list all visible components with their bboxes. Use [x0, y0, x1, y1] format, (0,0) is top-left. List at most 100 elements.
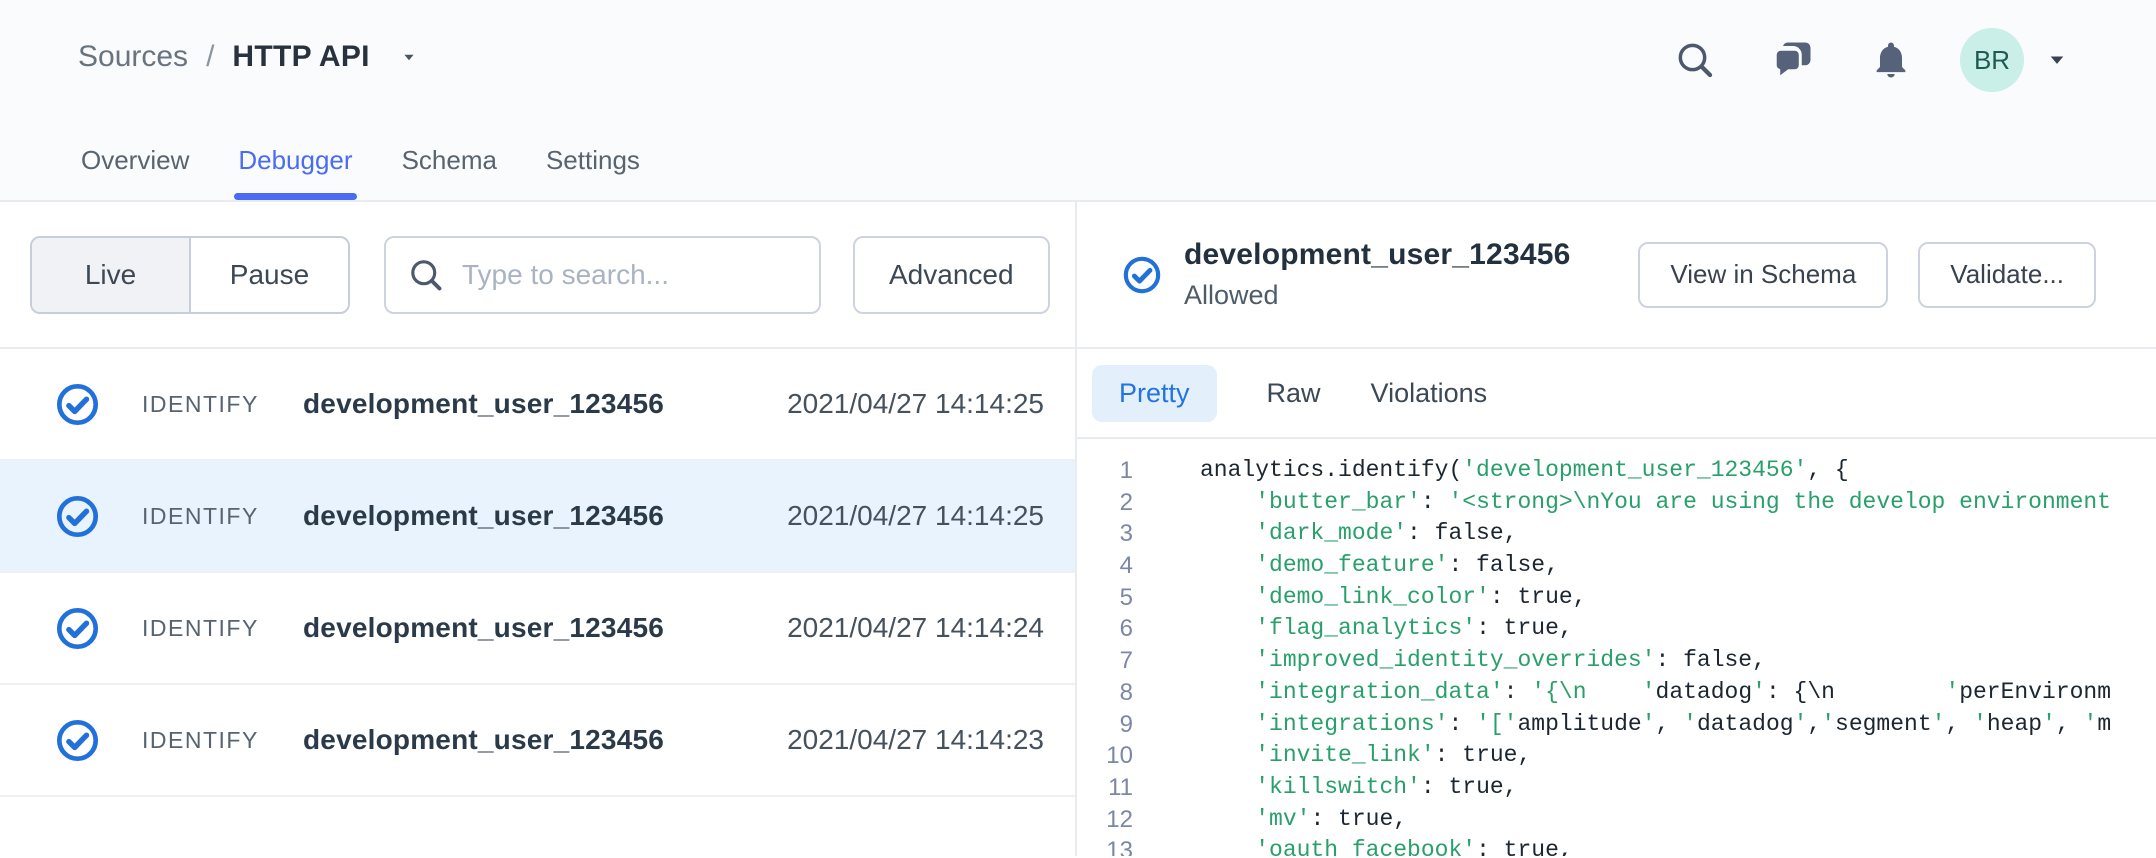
event-detail-actions: View in Schema Validate...	[1638, 242, 2096, 308]
header-actions: BR	[1674, 28, 2070, 92]
code-line: 8 'integration_data': '{\n 'datadog': {\…	[1077, 677, 2156, 709]
tab-pretty[interactable]: Pretty	[1092, 365, 1217, 422]
code-line-content: 'killswitch': true,	[1133, 772, 2156, 804]
event-type-label: IDENTIFY	[142, 615, 303, 642]
live-pause-toggle: Live Pause	[30, 236, 350, 314]
event-detail-titles: development_user_123456 Allowed	[1184, 238, 1571, 311]
code-line: 1 analytics.identify('development_user_1…	[1077, 455, 2156, 487]
line-number: 13	[1077, 835, 1133, 856]
line-number: 8	[1077, 677, 1133, 709]
debugger-screen: Sources / HTTP API	[0, 0, 2156, 858]
allowed-check-icon	[55, 494, 100, 539]
breadcrumb-sources-link[interactable]: Sources	[78, 40, 188, 74]
allowed-check-icon	[1122, 255, 1162, 295]
code-line-content: 'flag_analytics': true,	[1133, 613, 2156, 645]
event-detail-panel: development_user_123456 Allowed View in …	[1077, 202, 2156, 856]
code-line: 11 'killswitch': true,	[1077, 772, 2156, 804]
view-in-schema-button[interactable]: View in Schema	[1638, 242, 1888, 308]
event-row[interactable]: IDENTIFY development_user_123456 2021/04…	[0, 685, 1075, 797]
code-line: 10 'invite_link': true,	[1077, 740, 2156, 772]
allowed-check-icon	[55, 606, 100, 651]
event-type-label: IDENTIFY	[142, 391, 303, 418]
code-line: 2 'butter_bar': '<strong>\nYou are using…	[1077, 487, 2156, 519]
breadcrumb-source-name: HTTP API	[232, 40, 369, 74]
event-list: IDENTIFY development_user_123456 2021/04…	[0, 349, 1075, 856]
code-line-content: analytics.identify('development_user_123…	[1133, 455, 2156, 487]
breadcrumb: Sources / HTTP API	[78, 40, 420, 74]
code-line: 9 'integrations': '['amplitude', 'datado…	[1077, 709, 2156, 741]
notifications-icon[interactable]	[1870, 39, 1912, 81]
event-name: development_user_123456	[303, 612, 664, 644]
event-row[interactable]: IDENTIFY development_user_123456 2021/04…	[0, 461, 1075, 573]
code-line-content: 'mv': true,	[1133, 804, 2156, 836]
tab-debugger[interactable]: Debugger	[238, 145, 352, 200]
tab-raw[interactable]: Raw	[1267, 378, 1321, 409]
allowed-check-icon	[55, 718, 100, 763]
tab-schema[interactable]: Schema	[402, 145, 497, 200]
event-row[interactable]: IDENTIFY development_user_123456 2021/04…	[0, 349, 1075, 461]
code-line-content: 'oauth_facebook': true,	[1133, 835, 2156, 856]
code-line: 7 'improved_identity_overrides': false,	[1077, 645, 2156, 677]
main-content: Live Pause Advanced	[0, 202, 2156, 856]
event-timestamp: 2021/04/27 14:14:24	[787, 612, 1044, 644]
event-type-label: IDENTIFY	[142, 727, 303, 754]
allowed-check-icon	[55, 382, 100, 427]
code-line-content: 'demo_feature': false,	[1133, 550, 2156, 582]
event-title: development_user_123456	[1184, 238, 1571, 272]
code-line: 12 'mv': true,	[1077, 804, 2156, 836]
code-line: 3 'dark_mode': false,	[1077, 518, 2156, 550]
event-stream-panel: Live Pause Advanced	[0, 202, 1077, 856]
line-number: 12	[1077, 804, 1133, 836]
code-line-content: 'demo_link_color': true,	[1133, 582, 2156, 614]
line-number: 1	[1077, 455, 1133, 487]
search-icon	[408, 257, 444, 293]
search-icon[interactable]	[1674, 39, 1716, 81]
line-number: 9	[1077, 709, 1133, 741]
event-timestamp: 2021/04/27 14:14:25	[787, 388, 1044, 420]
line-number: 4	[1077, 550, 1133, 582]
event-timestamp: 2021/04/27 14:14:25	[787, 500, 1044, 532]
avatar[interactable]: BR	[1960, 28, 2024, 92]
tab-settings[interactable]: Settings	[546, 145, 640, 200]
status-badge: Allowed	[1184, 280, 1571, 311]
tab-overview[interactable]: Overview	[81, 145, 189, 200]
app-header: Sources / HTTP API	[0, 0, 2156, 202]
code-line-content: 'integration_data': '{\n 'datadog': {\n …	[1133, 677, 2156, 709]
pause-button[interactable]: Pause	[191, 238, 348, 312]
search-box	[384, 236, 821, 314]
source-switcher-caret-icon[interactable]	[398, 46, 420, 68]
code-line-content: 'butter_bar': '<strong>\nYou are using t…	[1133, 487, 2156, 519]
breadcrumb-separator: /	[206, 40, 214, 74]
search-input[interactable]	[460, 258, 797, 292]
line-number: 6	[1077, 613, 1133, 645]
detail-view-tabs: Pretty Raw Violations	[1077, 349, 2156, 439]
code-line: 13 'oauth_facebook': true,	[1077, 835, 2156, 856]
account-menu-caret-icon[interactable]	[2044, 47, 2070, 73]
primary-tabs: Overview Debugger Schema Settings	[81, 145, 640, 200]
tab-violations[interactable]: Violations	[1371, 378, 1488, 409]
line-number: 11	[1077, 772, 1133, 804]
event-timestamp: 2021/04/27 14:14:23	[787, 724, 1044, 756]
code-line: 4 'demo_feature': false,	[1077, 550, 2156, 582]
chat-icon[interactable]	[1772, 39, 1814, 81]
stream-controls: Live Pause Advanced	[0, 202, 1075, 349]
code-viewer: 1 analytics.identify('development_user_1…	[1077, 439, 2156, 856]
event-name: development_user_123456	[303, 724, 664, 756]
code-line-content: 'integrations': '['amplitude', 'datadog'…	[1133, 709, 2156, 741]
line-number: 7	[1077, 645, 1133, 677]
line-number: 3	[1077, 518, 1133, 550]
event-name: development_user_123456	[303, 388, 664, 420]
live-button[interactable]: Live	[32, 238, 191, 312]
validate-button[interactable]: Validate...	[1918, 242, 2096, 308]
line-number: 2	[1077, 487, 1133, 519]
code-line: 6 'flag_analytics': true,	[1077, 613, 2156, 645]
line-number: 5	[1077, 582, 1133, 614]
event-type-label: IDENTIFY	[142, 503, 303, 530]
line-number: 10	[1077, 740, 1133, 772]
code-line-content: 'dark_mode': false,	[1133, 518, 2156, 550]
event-row[interactable]: IDENTIFY development_user_123456 2021/04…	[0, 573, 1075, 685]
advanced-button[interactable]: Advanced	[853, 236, 1050, 314]
code-line-content: 'invite_link': true,	[1133, 740, 2156, 772]
code-line-content: 'improved_identity_overrides': false,	[1133, 645, 2156, 677]
event-detail-header: development_user_123456 Allowed View in …	[1077, 202, 2156, 349]
